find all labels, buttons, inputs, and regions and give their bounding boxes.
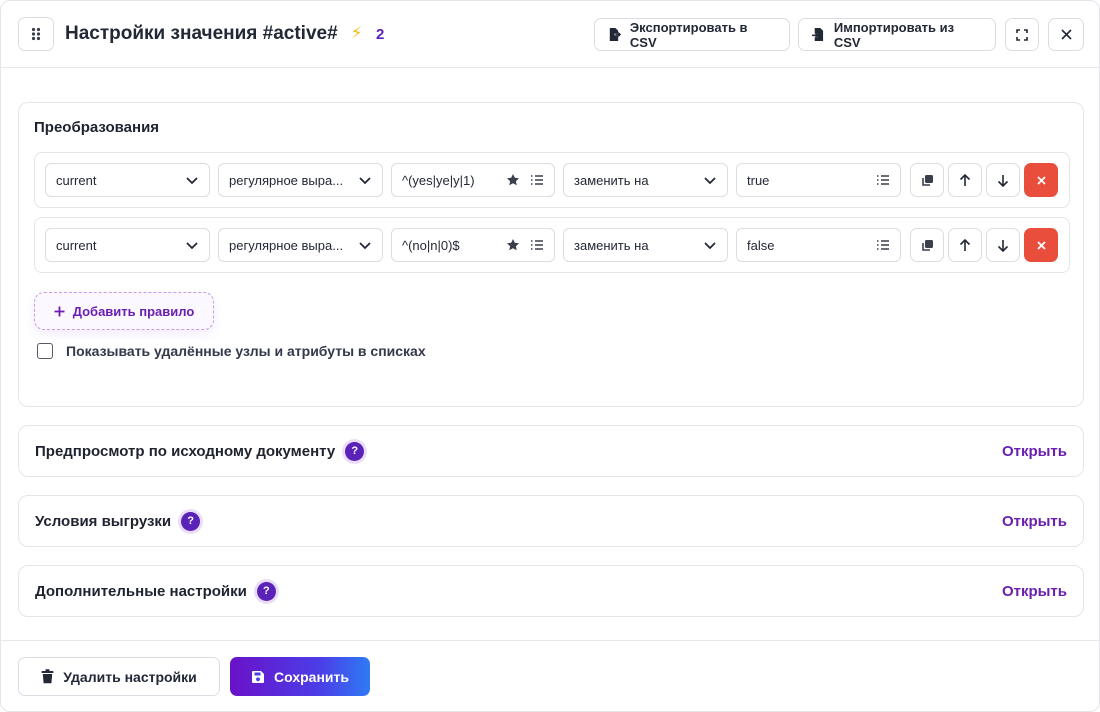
export-csv-button[interactable]: Экспортировать в CSV: [594, 18, 790, 51]
list-icon[interactable]: [876, 173, 890, 187]
action-select[interactable]: заменить на: [563, 163, 728, 197]
drag-handle-button[interactable]: [18, 17, 54, 51]
open-section-link[interactable]: Открыть: [1002, 583, 1067, 600]
move-down-button[interactable]: [986, 163, 1020, 197]
help-icon[interactable]: ?: [181, 511, 201, 531]
section-additional-settings: Дополнительные настройки ? Открыть: [18, 565, 1084, 617]
pattern-value: ^(yes|ye|y|1): [402, 172, 475, 188]
copy-icon: [921, 174, 933, 186]
action-select[interactable]: заменить на: [563, 228, 728, 262]
replacement-input[interactable]: true: [736, 163, 901, 197]
close-icon: [1060, 29, 1072, 40]
show-deleted-toggle[interactable]: Показывать удалённые узлы и атрибуты в с…: [37, 343, 426, 359]
replacement-value: false: [747, 237, 775, 253]
delete-settings-label: Удалить настройки: [63, 668, 197, 685]
chevron-down-icon: [186, 177, 198, 185]
arrow-up-icon: [959, 173, 971, 186]
transformations-panel: Преобразования current регулярное выра..…: [18, 102, 1084, 407]
expand-icon: [1016, 28, 1028, 41]
replacement-input[interactable]: false: [736, 228, 901, 262]
section-title: Дополнительные настройки: [35, 582, 247, 600]
chevron-down-icon: [186, 242, 198, 250]
settings-dialog: Настройки значения #active# ⚡ 2 Экспорти…: [0, 0, 1100, 712]
duplicate-rule-button[interactable]: [910, 228, 944, 262]
chevron-down-icon: [359, 177, 371, 185]
arrow-down-icon: [997, 174, 1009, 187]
pattern-input[interactable]: ^(no|n|0)$: [391, 228, 555, 262]
drag-handle-icon: [31, 27, 41, 41]
match-type-select[interactable]: регулярное выра...: [218, 228, 383, 262]
delete-settings-button[interactable]: Удалить настройки: [18, 657, 220, 696]
expand-button[interactable]: [1005, 18, 1039, 51]
arrow-down-icon: [997, 239, 1009, 252]
section-export-conditions: Условия выгрузки ? Открыть: [18, 495, 1084, 547]
source-select[interactable]: current: [45, 163, 210, 197]
dialog-title: Настройки значения #active#: [65, 23, 338, 44]
replacement-value: true: [747, 172, 770, 188]
dialog-header: Настройки значения #active# ⚡ 2 Экспорти…: [1, 1, 1099, 68]
help-icon[interactable]: ?: [345, 441, 365, 461]
x-icon: [1036, 175, 1046, 185]
save-label: Сохранить: [274, 668, 349, 685]
close-button[interactable]: [1048, 18, 1084, 51]
file-import-icon: [811, 27, 824, 42]
star-icon[interactable]: [506, 173, 520, 187]
pattern-value: ^(no|n|0)$: [402, 237, 460, 253]
open-section-link[interactable]: Открыть: [1002, 443, 1067, 460]
trash-icon: [41, 669, 54, 684]
add-rule-label: Добавить правило: [72, 303, 195, 319]
match-type-select[interactable]: регулярное выра...: [218, 163, 383, 197]
rule-row: current регулярное выра... ^(no|n|0)$ за…: [34, 217, 1070, 273]
save-button[interactable]: Сохранить: [230, 657, 370, 696]
lightning-icon: ⚡: [351, 25, 363, 42]
rule-row: current регулярное выра... ^(yes|ye|y|1)…: [34, 152, 1070, 208]
source-select[interactable]: current: [45, 228, 210, 262]
section-title: Предпросмотр по исходному документу: [35, 442, 336, 460]
section-title: Условия выгрузки: [35, 512, 172, 530]
match-type-value: регулярное выра...: [229, 172, 344, 188]
list-icon[interactable]: [530, 238, 544, 252]
help-icon[interactable]: ?: [256, 581, 276, 601]
usage-count: 2: [376, 26, 385, 43]
list-icon[interactable]: [876, 238, 890, 252]
add-rule-button[interactable]: Добавить правило: [34, 292, 214, 330]
arrow-up-icon: [959, 238, 971, 251]
import-csv-label: Импортировать из CSV: [833, 19, 955, 50]
show-deleted-checkbox[interactable]: [37, 343, 53, 359]
delete-rule-button[interactable]: [1024, 228, 1058, 262]
dialog-footer: Удалить настройки Сохранить: [1, 640, 1099, 711]
floppy-disk-icon: [252, 670, 265, 683]
chevron-down-icon: [704, 177, 716, 185]
duplicate-rule-button[interactable]: [910, 163, 944, 197]
chevron-down-icon: [359, 242, 371, 250]
source-select-value: current: [56, 237, 97, 253]
action-value: заменить на: [574, 172, 649, 188]
export-csv-label: Экспортировать в CSV: [629, 19, 748, 50]
delete-rule-button[interactable]: [1024, 163, 1058, 197]
move-up-button[interactable]: [948, 228, 982, 262]
show-deleted-label: Показывать удалённые узлы и атрибуты в с…: [66, 343, 426, 359]
action-value: заменить на: [574, 237, 649, 253]
move-down-button[interactable]: [986, 228, 1020, 262]
file-export-icon: [609, 27, 622, 42]
source-select-value: current: [56, 172, 97, 188]
open-section-link[interactable]: Открыть: [1002, 513, 1067, 530]
pattern-input[interactable]: ^(yes|ye|y|1): [391, 163, 555, 197]
x-icon: [1036, 240, 1046, 250]
transformations-title: Преобразования: [34, 119, 160, 136]
move-up-button[interactable]: [948, 163, 982, 197]
section-preview: Предпросмотр по исходному документу ? От…: [18, 425, 1084, 477]
import-csv-button[interactable]: Импортировать из CSV: [798, 18, 996, 51]
star-icon[interactable]: [506, 238, 520, 252]
copy-icon: [921, 239, 933, 251]
list-icon[interactable]: [530, 173, 544, 187]
chevron-down-icon: [704, 242, 716, 250]
plus-icon: [54, 306, 65, 316]
match-type-value: регулярное выра...: [229, 237, 344, 253]
